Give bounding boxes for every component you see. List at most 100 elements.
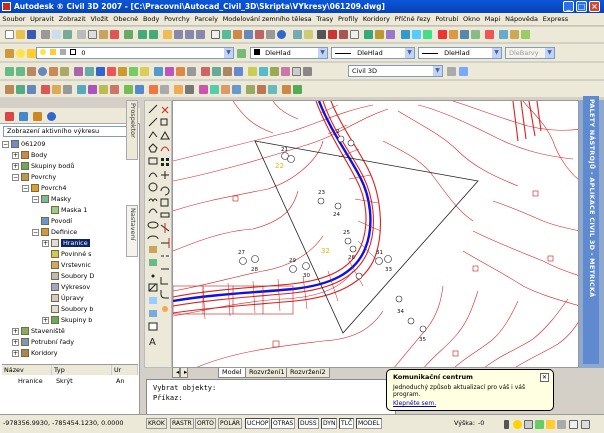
contour-label-icon[interactable]	[109, 83, 120, 96]
balloon-link[interactable]: Klepněte sem.	[393, 400, 547, 407]
drag-label-icon[interactable]	[220, 83, 231, 96]
collapse-icon[interactable]: −	[2, 140, 9, 148]
inquiry-icon[interactable]	[200, 65, 211, 78]
point-tool-icon[interactable]	[73, 65, 84, 78]
text-style-icon[interactable]	[327, 28, 338, 41]
menu-povrchy[interactable]: Povrchy	[162, 13, 192, 25]
tab-prospector[interactable]: Prospektor	[126, 100, 138, 160]
table-icon[interactable]	[349, 28, 360, 41]
tab-model[interactable]: Model	[218, 368, 246, 378]
add-label-icon[interactable]	[40, 83, 51, 96]
tool-palettes-icon[interactable]	[232, 28, 243, 41]
flip-label-icon[interactable]	[231, 83, 242, 96]
alignment-tool-icon[interactable]	[95, 65, 106, 78]
tree-item[interactable]: + Skupiny bodů	[12, 161, 74, 171]
maximize-button[interactable]: □	[576, 1, 587, 12]
delete-label-icon[interactable]	[62, 83, 73, 96]
tree-item[interactable]: Výkresov	[42, 282, 90, 292]
tree-item[interactable]: + Skupiny b	[42, 315, 92, 325]
arc-icon[interactable]	[148, 172, 158, 178]
block-editor-icon[interactable]	[123, 28, 134, 41]
expand-icon[interactable]: +	[12, 349, 19, 357]
data-shortcut-icon[interactable]	[233, 65, 244, 78]
tree-item[interactable]: Povinné s	[42, 249, 92, 259]
properties-icon[interactable]	[210, 28, 221, 41]
stretch-icon[interactable]	[160, 212, 170, 218]
zoom-window-icon[interactable]	[184, 28, 195, 41]
column-header-name[interactable]: Název	[2, 365, 52, 375]
collapse-icon[interactable]: −	[12, 173, 19, 181]
warning-icon[interactable]	[545, 418, 556, 431]
tree-item[interactable]: + Hranice	[42, 238, 90, 248]
calculator-icon[interactable]	[265, 28, 276, 41]
arc-tool-icon[interactable]	[26, 65, 37, 78]
scale-icon[interactable]	[26, 83, 37, 96]
rotate-icon[interactable]	[4, 83, 15, 96]
tree-item[interactable]: + Staveniště	[12, 326, 65, 336]
pan-icon[interactable]	[162, 28, 173, 41]
curve-label-icon[interactable]	[87, 83, 98, 96]
north-arrow-icon[interactable]	[184, 83, 195, 96]
chevron-down-icon[interactable]: ▼	[224, 48, 233, 58]
surface-boundary[interactable]	[254, 140, 479, 334]
edit-label-icon[interactable]	[51, 83, 62, 96]
scale-icon[interactable]	[160, 198, 169, 207]
lineweight-combo[interactable]: DleHlad ▼	[418, 47, 502, 59]
dimension-icon[interactable]	[316, 28, 327, 41]
surface-tool-icon[interactable]	[84, 65, 95, 78]
status-grid[interactable]: RASTR	[170, 418, 194, 429]
tab-layout2[interactable]: Rozvržení2	[286, 368, 330, 378]
column-header-type[interactable]: Typ	[52, 365, 112, 375]
chamfer-icon[interactable]	[160, 277, 168, 285]
menu-okno[interactable]: Okno	[461, 13, 483, 25]
pipe-tool-icon[interactable]	[153, 65, 164, 78]
chevron-down-icon[interactable]: ▼	[318, 48, 327, 58]
tree-item[interactable]: − Povrchy	[12, 172, 56, 182]
link-icon[interactable]	[484, 28, 495, 41]
command-prompt[interactable]: Příkaz:	[153, 393, 389, 403]
status-polar[interactable]: POLÁR	[218, 418, 243, 429]
render-icon[interactable]	[400, 28, 411, 41]
match-properties-icon[interactable]	[109, 28, 120, 41]
expand-icon[interactable]: +	[42, 316, 49, 324]
menu-pricne-rezy[interactable]: Příčné řezy	[392, 13, 433, 25]
region-icon[interactable]	[520, 28, 531, 41]
prop-type[interactable]: Skrýt	[54, 376, 73, 386]
collapse-icon[interactable]: −	[32, 228, 39, 236]
offset-icon[interactable]	[160, 146, 170, 152]
report-icon[interactable]	[291, 65, 302, 78]
settings-icon[interactable]	[302, 65, 313, 78]
note-label-icon[interactable]	[173, 83, 184, 96]
move-icon[interactable]	[15, 83, 26, 96]
tree-item[interactable]: Vrstevnic	[42, 260, 91, 270]
image-icon[interactable]	[470, 28, 481, 41]
menu-potrubi[interactable]: Potrubí	[433, 13, 461, 25]
publish-icon[interactable]	[62, 28, 73, 41]
layer-combo[interactable]: 0 ▼	[36, 47, 234, 59]
tree-item[interactable]: + Koridory	[12, 348, 58, 358]
menu-napoveda[interactable]: Nápověda	[503, 13, 541, 25]
help-icon[interactable]	[276, 28, 287, 41]
array-icon[interactable]	[161, 158, 169, 166]
collapse-icon[interactable]: −	[32, 195, 39, 203]
label-style-icon[interactable]	[209, 83, 220, 96]
tree-item[interactable]: + Body	[12, 150, 47, 160]
clean-screen-icon[interactable]	[568, 418, 579, 431]
layer-properties-icon[interactable]	[4, 47, 15, 60]
expand-icon[interactable]: +	[12, 327, 19, 335]
tool-palettes-bar[interactable]: PALETY NÁSTROJŮ - APLIKACE CIVIL 3D - ME…	[583, 96, 599, 364]
app-icon[interactable]	[2, 2, 11, 11]
layer-state-icon[interactable]	[303, 28, 314, 41]
prop-name[interactable]: Hranice	[16, 376, 43, 386]
spline-tool-icon[interactable]	[48, 65, 59, 78]
line-label-icon[interactable]	[76, 83, 87, 96]
markup-icon[interactable]	[254, 28, 265, 41]
annotation-icon[interactable]	[338, 28, 349, 41]
parcel-tool-icon[interactable]	[128, 65, 139, 78]
menu-trasy[interactable]: Trasy	[314, 13, 336, 25]
close-icon[interactable]: ✕	[540, 373, 549, 382]
copy-icon[interactable]	[160, 118, 168, 126]
hatch-icon[interactable]	[448, 28, 459, 41]
polyline-icon[interactable]	[148, 131, 158, 139]
menu-profily[interactable]: Profily	[336, 13, 361, 25]
